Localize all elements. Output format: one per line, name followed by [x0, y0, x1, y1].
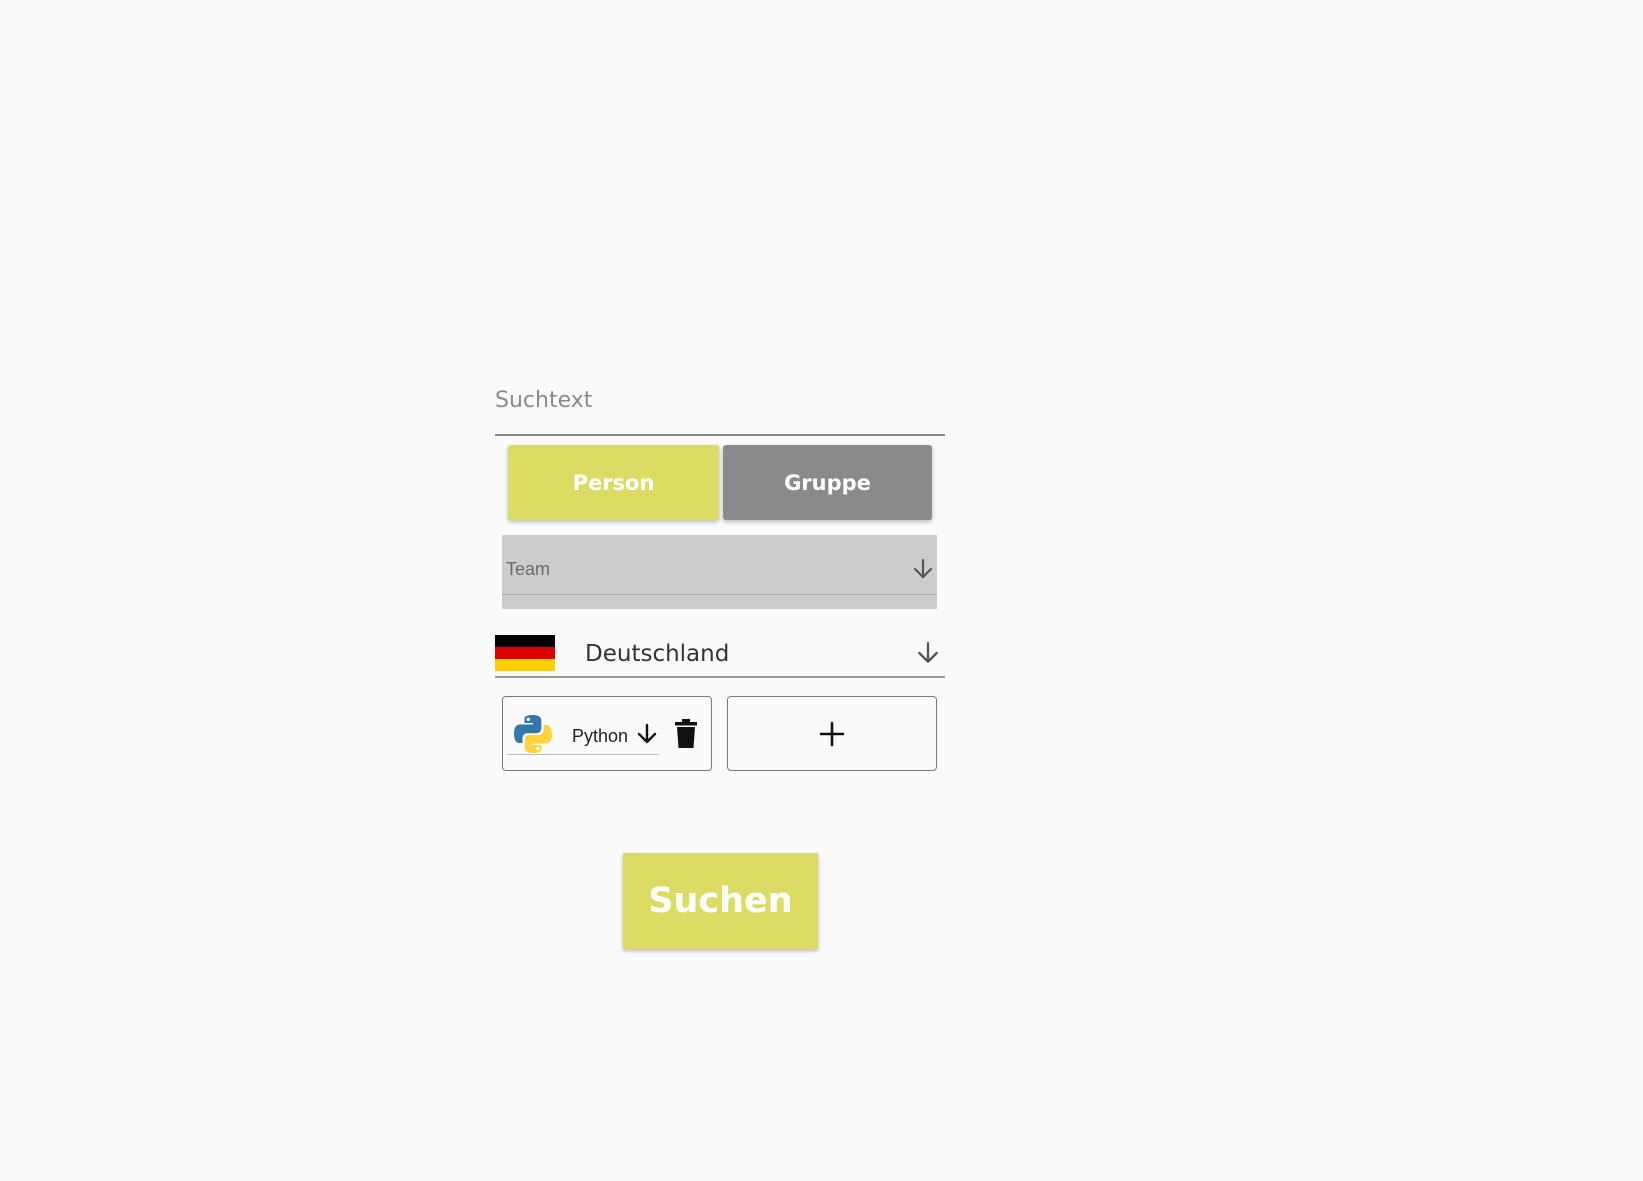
country-select-value: Deutschland — [585, 641, 730, 667]
skill-select-value: Python — [572, 726, 629, 746]
person-toggle-button[interactable]: Person — [508, 445, 719, 520]
arrow-down-icon — [637, 723, 657, 744]
germany-flag-icon — [495, 635, 555, 671]
search-text-field[interactable] — [495, 362, 945, 436]
team-select-label: Team — [506, 559, 551, 579]
country-select[interactable]: Deutschland — [495, 632, 945, 678]
arrow-down-icon — [918, 642, 938, 663]
search-submit-button[interactable]: Suchen — [623, 853, 818, 949]
add-skill-button[interactable] — [727, 696, 937, 771]
skill-card: Python — [502, 696, 712, 771]
arrow-down-icon — [913, 558, 933, 579]
trash-icon[interactable] — [674, 719, 698, 749]
group-toggle-button[interactable]: Gruppe — [723, 445, 932, 520]
team-select-field[interactable]: Team — [502, 535, 937, 595]
skill-select[interactable]: Python — [507, 707, 659, 755]
search-input[interactable] — [495, 382, 935, 418]
search-form: Person Gruppe Team Deutschland Python — [0, 0, 1643, 1181]
plus-icon — [819, 721, 845, 746]
team-select[interactable]: Team — [502, 535, 937, 609]
